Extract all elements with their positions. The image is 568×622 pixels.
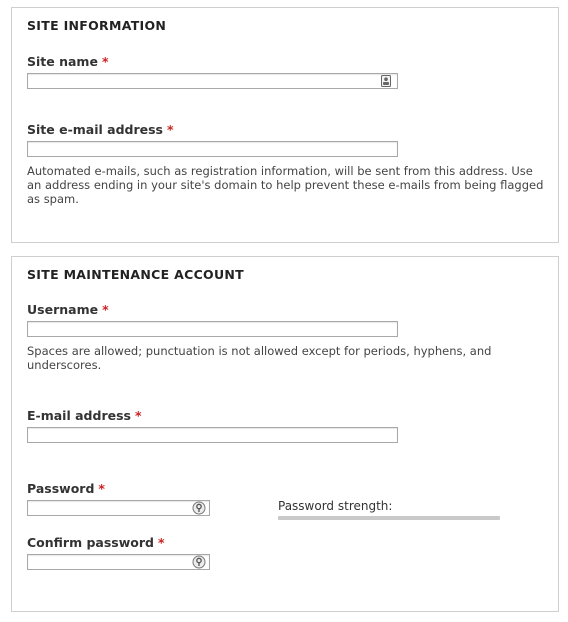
site-email-label-text: Site e-mail address [27,122,163,137]
site-maintenance-account-fieldset: SITE MAINTENANCE ACCOUNT Username * Space… [11,256,559,612]
site-email-input[interactable] [27,141,398,157]
site-name-label: Site name * [27,54,108,69]
site-email-label: Site e-mail address * [27,122,174,137]
site-name-label-text: Site name [27,54,98,69]
site-maintenance-account-legend: SITE MAINTENANCE ACCOUNT [27,267,245,282]
password-label-text: Password [27,481,95,496]
required-marker: * [98,481,105,496]
site-name-input[interactable] [27,73,398,89]
key-icon[interactable] [192,555,206,569]
password-input[interactable] [27,500,210,516]
password-label: Password * [27,481,105,496]
confirm-password-label: Confirm password * [27,535,165,550]
password-strength-label: Password strength: [278,499,393,513]
username-description: Spaces are allowed; punctuation is not a… [27,344,492,372]
username-label: Username * [27,302,109,317]
contact-card-icon[interactable] [381,75,391,87]
email-label-text: E-mail address [27,408,131,423]
site-information-legend: SITE INFORMATION [27,18,167,33]
email-label: E-mail address * [27,408,142,423]
key-icon[interactable] [192,501,206,515]
required-marker: * [167,122,174,137]
required-marker: * [157,535,165,550]
site-email-description: Automated e-mails, such as registration … [27,164,544,206]
username-input[interactable] [27,321,398,337]
password-strength-bar [278,516,500,520]
confirm-password-label-text: Confirm password [27,535,154,550]
username-label-text: Username [27,302,99,317]
required-marker: * [134,408,142,423]
required-marker: * [102,302,109,317]
site-information-fieldset: SITE INFORMATION Site name * Site e-mail … [11,7,559,243]
email-input[interactable] [27,427,398,443]
required-marker: * [101,54,109,69]
confirm-password-input[interactable] [27,554,210,570]
